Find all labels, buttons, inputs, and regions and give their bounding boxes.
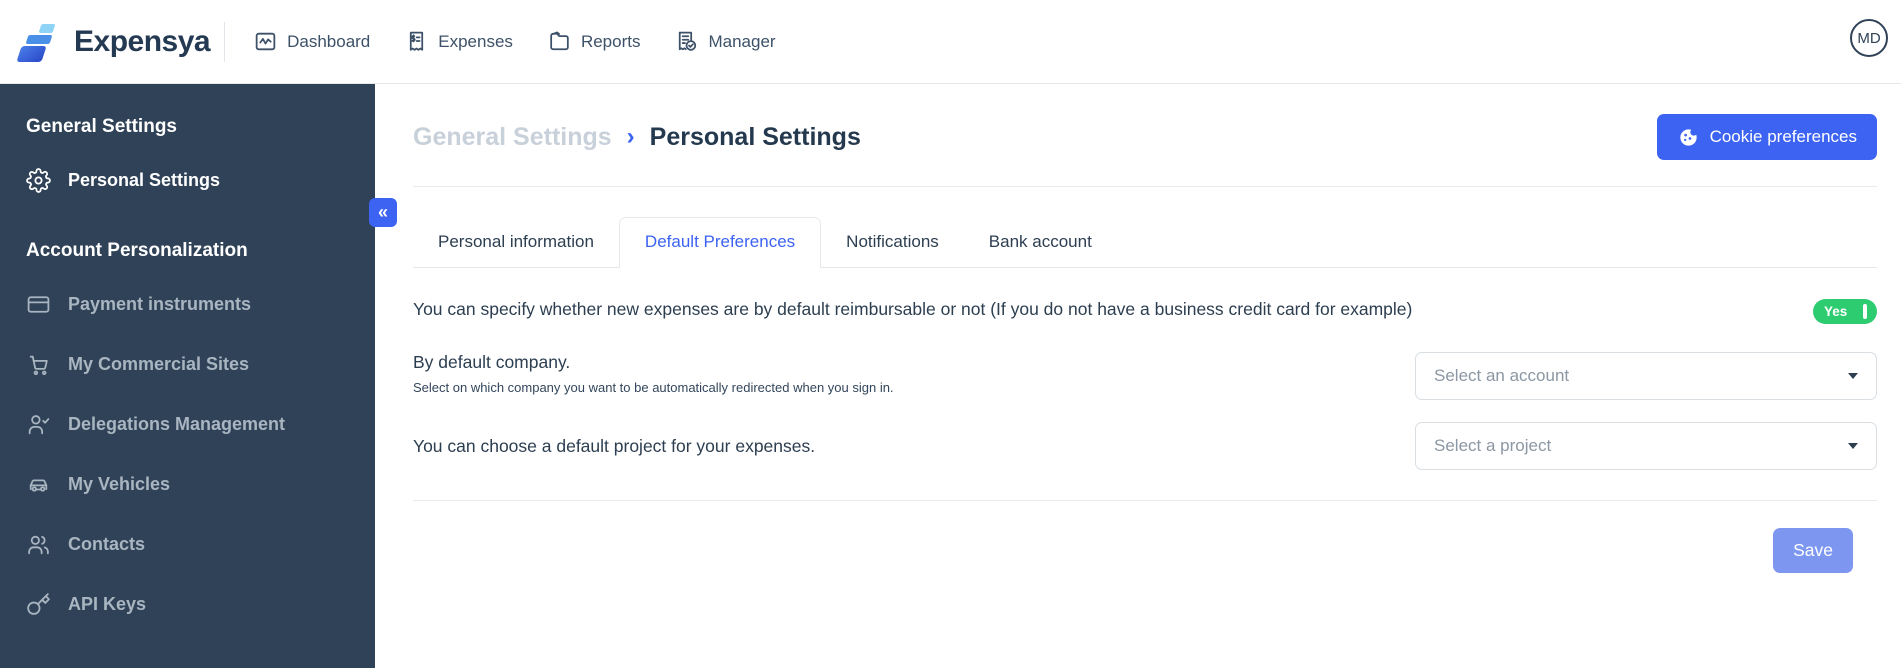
tab-personal-information[interactable]: Personal information bbox=[413, 218, 619, 267]
cookie-preferences-label: Cookie preferences bbox=[1709, 127, 1857, 146]
nav-item-dashboard[interactable]: Dashboard bbox=[253, 29, 370, 54]
reimbursable-description: You can specify whether new expenses are… bbox=[413, 299, 1413, 319]
nav-item-reports[interactable]: Reports bbox=[547, 29, 641, 54]
sidebar-item-payment-instruments[interactable]: Payment instruments bbox=[0, 274, 375, 334]
tab-default-preferences[interactable]: Default Preferences bbox=[618, 217, 822, 268]
account-select[interactable]: Select an account bbox=[1415, 352, 1877, 400]
expensya-logo-icon bbox=[16, 21, 62, 63]
default-project-row: You can choose a default project for you… bbox=[413, 422, 1877, 470]
breadcrumb: General Settings › Personal Settings bbox=[413, 119, 861, 155]
sidebar-item-api-keys[interactable]: API Keys bbox=[0, 574, 375, 634]
tab-bank-account[interactable]: Bank account bbox=[964, 218, 1117, 267]
project-select-value: Select a project bbox=[1434, 436, 1552, 455]
sidebar-item-delegations-management[interactable]: Delegations Management bbox=[0, 394, 375, 454]
default-company-helper: Select on which company you want to be a… bbox=[413, 380, 894, 395]
credit-card-icon bbox=[27, 295, 50, 313]
reimbursable-toggle[interactable]: Yes bbox=[1813, 299, 1877, 324]
page: Expensya Dashboard Expenses Reports Mana… bbox=[0, 0, 1901, 668]
default-company-row: By default company. Select on which comp… bbox=[413, 352, 1877, 400]
chevron-down-icon bbox=[1848, 373, 1858, 379]
nav-item-label: Manager bbox=[708, 31, 776, 51]
sidebar-item-label: Payment instruments bbox=[68, 293, 252, 314]
tab-panel-default-preferences: You can specify whether new expenses are… bbox=[375, 268, 1901, 573]
gear-icon bbox=[26, 167, 51, 193]
sidebar-item-my-commercial-sites[interactable]: My Commercial Sites bbox=[0, 334, 375, 394]
nav-item-label: Dashboard bbox=[287, 31, 371, 51]
expensya-logo[interactable]: Expensya bbox=[0, 21, 211, 63]
default-company-labels: By default company. Select on which comp… bbox=[413, 352, 894, 395]
people-icon bbox=[28, 535, 49, 554]
account-select-value: Select an account bbox=[1434, 366, 1570, 385]
key-icon bbox=[27, 592, 50, 615]
receipt-icon bbox=[410, 31, 424, 51]
nav-item-manager[interactable]: Manager bbox=[674, 29, 776, 54]
default-project-label: You can choose a default project for you… bbox=[413, 435, 816, 456]
sidebar-item-label: My Vehicles bbox=[68, 473, 171, 494]
dashboard-icon bbox=[255, 32, 276, 51]
nav-item-label: Reports bbox=[580, 31, 641, 51]
breadcrumb-parent[interactable]: General Settings bbox=[413, 119, 612, 155]
project-select[interactable]: Select a project bbox=[1415, 422, 1877, 470]
chevron-down-icon bbox=[1848, 443, 1858, 449]
default-company-label: By default company. bbox=[413, 352, 571, 372]
nav-item-label: Expenses bbox=[438, 31, 513, 51]
reimbursable-setting-row: You can specify whether new expenses are… bbox=[413, 294, 1877, 324]
settings-sidebar: General Settings Personal Settings Accou… bbox=[0, 84, 375, 668]
main-content: « General Settings › Personal Settings C… bbox=[369, 84, 1901, 668]
sidebar-section-account-personalization: Account Personalization bbox=[26, 240, 248, 261]
person-check-icon bbox=[28, 414, 50, 434]
save-row: Save bbox=[413, 501, 1877, 573]
car-icon bbox=[29, 478, 48, 492]
sidebar-item-label: API Keys bbox=[68, 593, 147, 614]
sidebar-item-contacts[interactable]: Contacts bbox=[0, 514, 375, 574]
tab-notifications[interactable]: Notifications bbox=[821, 218, 964, 267]
breadcrumb-chevron-icon: › bbox=[626, 123, 635, 150]
header-divider bbox=[413, 186, 1877, 187]
toggle-knob bbox=[1863, 304, 1867, 319]
topbar-divider bbox=[224, 21, 226, 62]
breadcrumb-current: Personal Settings bbox=[649, 123, 861, 151]
cookie-icon bbox=[1679, 128, 1697, 146]
sidebar-section-general-settings: General Settings bbox=[26, 116, 177, 137]
sidebar-item-personal-settings[interactable]: Personal Settings bbox=[0, 150, 375, 210]
top-navbar: Expensya Dashboard Expenses Reports Mana… bbox=[0, 0, 1901, 84]
receipt-check-icon bbox=[679, 31, 697, 51]
page-header: General Settings › Personal Settings Coo… bbox=[375, 84, 1901, 160]
cookie-preferences-button[interactable]: Cookie preferences bbox=[1656, 114, 1877, 160]
cart-icon bbox=[29, 355, 48, 375]
brand-name: Expensya bbox=[74, 24, 211, 58]
nav-item-expenses[interactable]: Expenses bbox=[404, 29, 513, 54]
toggle-on-label: Yes bbox=[1824, 304, 1848, 319]
sidebar-item-label: Personal Settings bbox=[68, 169, 221, 190]
save-button[interactable]: Save bbox=[1773, 528, 1853, 573]
sidebar-collapse-button[interactable]: « bbox=[369, 198, 397, 227]
sidebar-item-my-vehicles[interactable]: My Vehicles bbox=[0, 454, 375, 514]
sidebar-item-label: My Commercial Sites bbox=[68, 353, 250, 374]
sidebar-item-label: Contacts bbox=[68, 533, 146, 554]
settings-tabs: Personal information Default Preferences… bbox=[413, 217, 1877, 268]
user-avatar[interactable]: MD bbox=[1850, 19, 1888, 57]
folder-icon bbox=[550, 31, 569, 51]
sidebar-item-label: Delegations Management bbox=[68, 413, 286, 434]
